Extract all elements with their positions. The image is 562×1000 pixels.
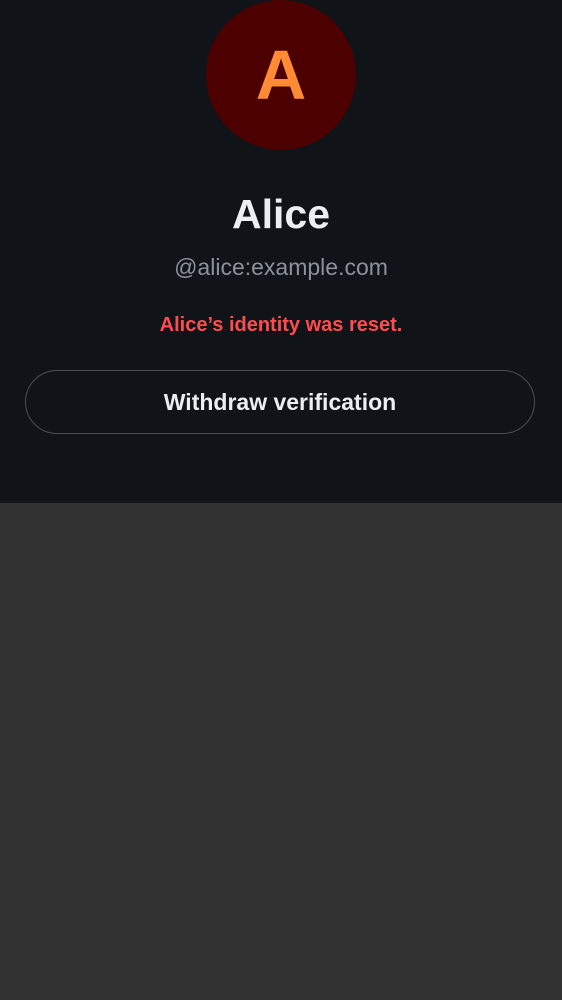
user-id: @alice:example.com — [174, 254, 388, 280]
withdraw-verification-label: Withdraw verification — [163, 389, 397, 415]
identity-reset-warning: Alice’s identity was reset. — [159, 314, 403, 336]
empty-background-area — [0, 503, 562, 1000]
profile-panel: A Alice @alice:example.com Alice’s ident… — [0, 0, 562, 503]
avatar-initial: A — [255, 36, 307, 114]
withdraw-verification-button[interactable]: Withdraw verification — [25, 370, 535, 434]
avatar: A — [206, 0, 356, 150]
display-name: Alice — [232, 191, 330, 237]
